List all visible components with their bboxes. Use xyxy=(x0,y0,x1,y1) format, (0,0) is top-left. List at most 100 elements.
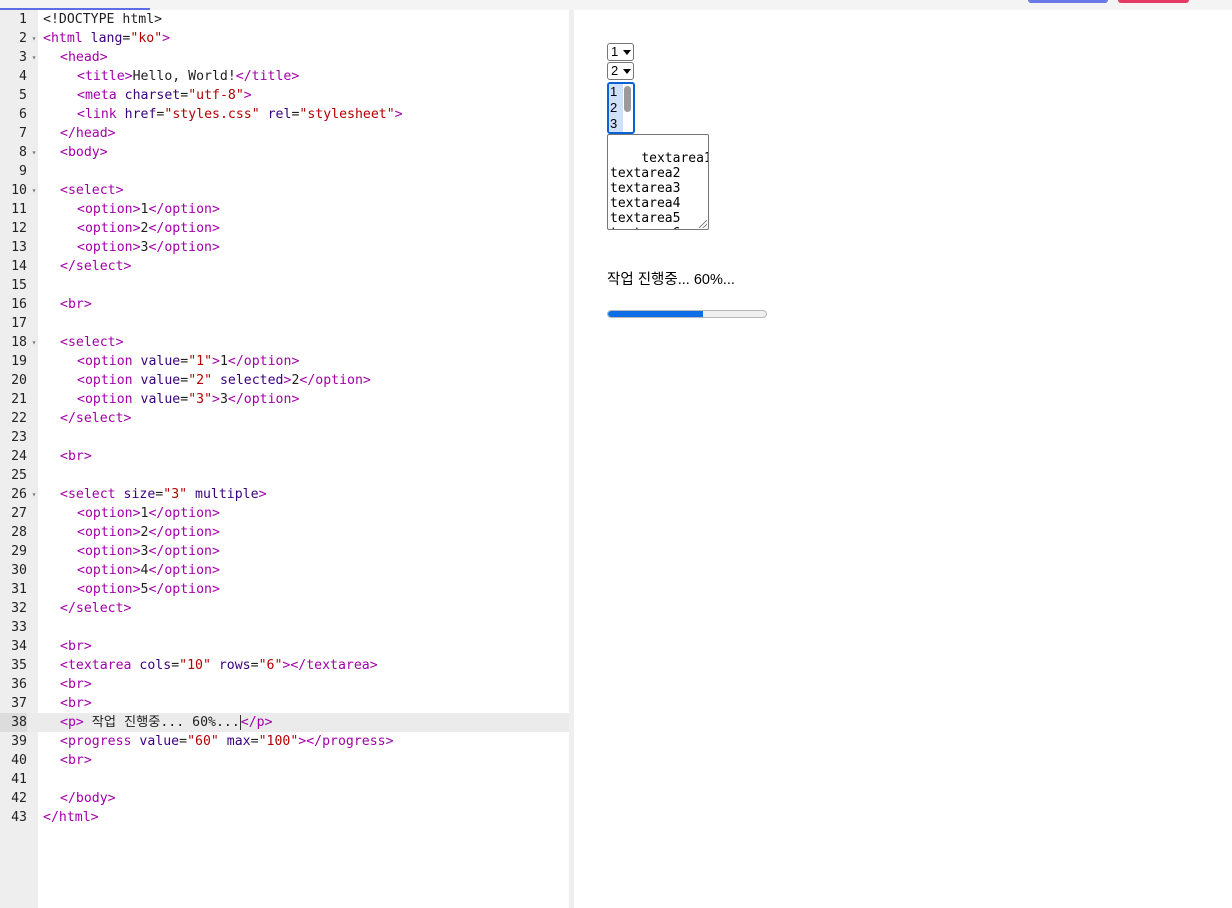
reset-button[interactable] xyxy=(1118,0,1189,3)
code-line[interactable]: 33 xyxy=(0,618,569,637)
listbox-option[interactable]: 3 xyxy=(609,116,623,132)
code-text: <option>5</option> xyxy=(77,580,220,599)
resize-handle-icon[interactable] xyxy=(699,220,707,228)
multi-select-listbox[interactable]: 1 2 3 xyxy=(607,82,635,134)
code-tag: <textarea xyxy=(60,658,132,673)
code-line[interactable]: 23 xyxy=(0,428,569,447)
code-string: "ko" xyxy=(130,31,163,46)
code-tag: > xyxy=(258,487,267,502)
code-line[interactable]: 14 </select> xyxy=(0,257,569,276)
code-line[interactable]: 4 <title>Hello, World!</title> xyxy=(0,67,569,86)
fold-arrow-icon[interactable]: ▾ xyxy=(30,333,38,352)
code-line[interactable]: 12 <option>2</option> xyxy=(0,219,569,238)
code-tag: </select> xyxy=(60,601,132,616)
code-tag: <br> xyxy=(60,696,92,711)
line-number: 5 xyxy=(19,88,27,103)
code-string: "60" xyxy=(187,734,219,749)
code-line[interactable]: 32 </select> xyxy=(0,599,569,618)
code-line[interactable]: 1 <!DOCTYPE html> xyxy=(0,10,569,29)
code-text: <option>2</option> xyxy=(77,523,220,542)
select-dropdown-1[interactable]: 1 xyxy=(607,43,634,61)
code-tag: </option> xyxy=(148,221,220,236)
code-line[interactable]: 2 ▾ <html lang="ko"> xyxy=(0,29,569,48)
line-number: 10 xyxy=(11,183,27,198)
line-number: 17 xyxy=(11,316,27,331)
line-number: 12 xyxy=(11,221,27,236)
listbox-option[interactable]: 1 xyxy=(609,84,623,100)
chevron-down-icon xyxy=(623,50,631,56)
code-line[interactable]: 9 xyxy=(0,162,569,181)
code-line[interactable]: 34 <br> xyxy=(0,637,569,656)
select-dropdown-2[interactable]: 2 xyxy=(607,62,634,80)
code-line[interactable]: 37 <br> xyxy=(0,694,569,713)
code-line[interactable]: 39 <progress value="60" max="100"></progr… xyxy=(0,732,569,751)
fold-arrow-icon[interactable]: ▾ xyxy=(30,485,38,504)
code-line[interactable]: 31 <option>5</option> xyxy=(0,580,569,599)
code-line[interactable]: 3 ▾ <head> xyxy=(0,48,569,67)
code-line[interactable]: 7 </head> xyxy=(0,124,569,143)
code-line[interactable]: 15 xyxy=(0,276,569,295)
code-attribute: value xyxy=(140,373,181,388)
code-tag: </head> xyxy=(60,126,116,141)
code-line[interactable]: 29 <option>3</option> xyxy=(0,542,569,561)
code-editor[interactable]: 1 <!DOCTYPE html> 2 ▾ <html lang="ko"> 3 ▾ <hea… xyxy=(0,10,569,908)
code-line[interactable]: 35 <textarea cols="10" rows="6"></textare… xyxy=(0,656,569,675)
code-line[interactable]: 11 <option>1</option> xyxy=(0,200,569,219)
code-line[interactable]: 8 ▾ <body> xyxy=(0,143,569,162)
code-text: </select> xyxy=(60,257,131,276)
code-tag: > xyxy=(243,88,252,103)
code-line[interactable]: 41 xyxy=(0,770,569,789)
code-line[interactable]: 10 ▾ <select> xyxy=(0,181,569,200)
code-line[interactable]: 40 <br> xyxy=(0,751,569,770)
code-line[interactable]: 20 <option value="2" selected>2</option> xyxy=(0,371,569,390)
code-line[interactable]: 19 <option value="1">1</option> xyxy=(0,352,569,371)
code-attribute: multiple xyxy=(195,487,259,502)
code-tag: <select> xyxy=(60,335,124,350)
code-line[interactable]: 17 xyxy=(0,314,569,333)
preview-pane: 1 2 1 2 3 textarea1 textarea2 textarea3 … xyxy=(574,10,1232,908)
line-number: 43 xyxy=(11,810,27,825)
code-string: "10" xyxy=(179,658,211,673)
code-line[interactable]: 22 </select> xyxy=(0,409,569,428)
code-line[interactable]: 16 <br> xyxy=(0,295,569,314)
code-tag: <title> xyxy=(77,69,133,84)
fold-arrow-icon[interactable]: ▾ xyxy=(30,48,38,67)
line-number: 36 xyxy=(11,677,27,692)
code-text: <progress value="60" max="100"></progres… xyxy=(60,732,394,751)
code-line[interactable]: 24 <br> xyxy=(0,447,569,466)
fold-arrow-icon[interactable]: ▾ xyxy=(30,143,38,162)
run-button[interactable] xyxy=(1028,0,1108,3)
code-line[interactable]: 43 </html> xyxy=(0,808,569,827)
fold-arrow-icon[interactable]: ▾ xyxy=(30,29,38,48)
code-string: "2" xyxy=(188,373,213,388)
code-line[interactable]: 42 </body> xyxy=(0,789,569,808)
line-number: 2 xyxy=(19,31,27,46)
code-line[interactable]: 21 <option value="3">3</option> xyxy=(0,390,569,409)
code-line[interactable]: 38 <p> 작업 진행중... 60%...</p> xyxy=(0,713,569,732)
line-number: 1 xyxy=(19,12,27,27)
line-number: 37 xyxy=(11,696,27,711)
line-number: 8 xyxy=(19,145,27,160)
code-text: <option value="2" selected>2</option> xyxy=(77,371,371,390)
code-line[interactable]: 28 <option>2</option> xyxy=(0,523,569,542)
code-tag: </title> xyxy=(235,69,300,84)
code-line[interactable]: 5 <meta charset="utf-8"> xyxy=(0,86,569,105)
code-line[interactable]: 13 <option>3</option> xyxy=(0,238,569,257)
code-tag: </option> xyxy=(148,544,220,559)
listbox-option[interactable]: 2 xyxy=(609,100,623,116)
code-line[interactable]: 26 ▾ <select size="3" multiple> xyxy=(0,485,569,504)
listbox-scrollbar[interactable] xyxy=(624,86,631,112)
textarea-field[interactable]: textarea1 textarea2 textarea3 textarea4 … xyxy=(607,134,709,230)
code-tag: <br> xyxy=(60,677,92,692)
line-number: 24 xyxy=(11,449,27,464)
code-line[interactable]: 30 <option>4</option> xyxy=(0,561,569,580)
code-lines[interactable]: 1 <!DOCTYPE html> 2 ▾ <html lang="ko"> 3 ▾ <hea… xyxy=(0,10,569,827)
code-line[interactable]: 18 ▾ <select> xyxy=(0,333,569,352)
fold-arrow-icon[interactable]: ▾ xyxy=(30,181,38,200)
code-token: = xyxy=(171,658,180,673)
code-token: = xyxy=(180,392,189,407)
code-line[interactable]: 6 <link href="styles.css" rel="stylesheet… xyxy=(0,105,569,124)
code-line[interactable]: 36 <br> xyxy=(0,675,569,694)
code-line[interactable]: 25 xyxy=(0,466,569,485)
code-line[interactable]: 27 <option>1</option> xyxy=(0,504,569,523)
